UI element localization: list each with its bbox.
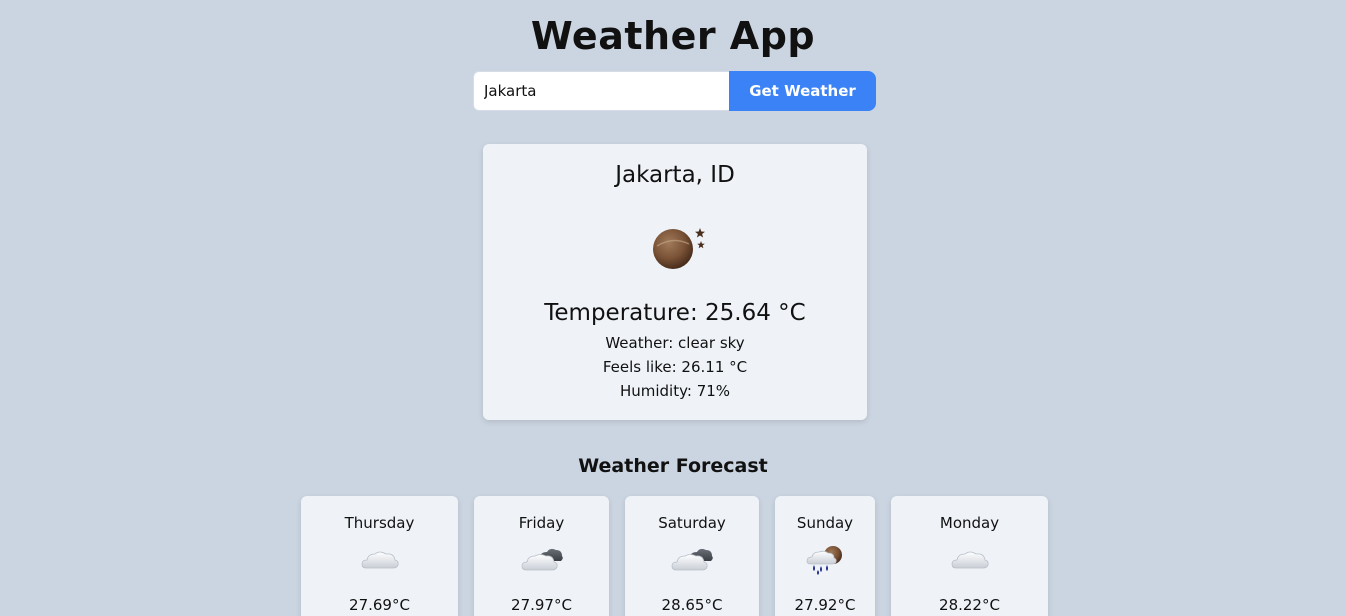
weather-description: Weather: clear sky [605,334,745,352]
forecast-card-thursday: Thursday 27.69°C [301,496,458,616]
get-weather-button[interactable]: Get Weather [729,71,876,111]
city-search-input[interactable] [473,71,729,111]
city-name: Jakarta, ID [615,162,735,188]
current-weather-card: Jakarta, ID Temperature: 25.64 °C Weathe… [483,144,867,420]
forecast-temperature: 27.92°C [794,596,856,614]
feels-like: Feels like: 26.11 °C [602,358,748,376]
forecast-temperature: 27.97°C [511,596,572,614]
app-title: Weather App [530,14,816,58]
weather-app-page: Weather App Get Weather Jakarta, ID Temp… [0,0,1346,616]
forecast-temperature: 28.22°C [939,596,1000,614]
forecast-day: Thursday [344,514,415,532]
forecast-title: Weather Forecast [578,455,768,477]
cloud-icon [951,551,989,569]
humidity: Humidity: 71% [619,382,731,400]
forecast-day: Monday [939,514,1000,532]
forecast-day: Saturday [658,514,726,532]
forecast-card-friday: Friday 27.97°C [474,496,609,616]
forecast-day: Friday [518,514,565,532]
forecast-temperature: 27.69°C [349,596,410,614]
rain-night-icon [806,546,842,575]
broken-clouds-icon [671,548,713,571]
clear-night-icon [653,228,705,269]
forecast-card-saturday: Saturday 28.65°C [625,496,759,616]
forecast-day: Sunday [796,514,854,532]
cloud-icon [361,551,399,569]
forecast-card-sunday: Sunday 27.92°C [775,496,875,616]
forecast-temperature: 28.65°C [661,596,723,614]
current-temperature: Temperature: 25.64 °C [544,300,806,326]
forecast-card-monday: Monday 28.22°C [891,496,1048,616]
search-form: Get Weather [473,71,876,111]
broken-clouds-icon [521,548,563,571]
